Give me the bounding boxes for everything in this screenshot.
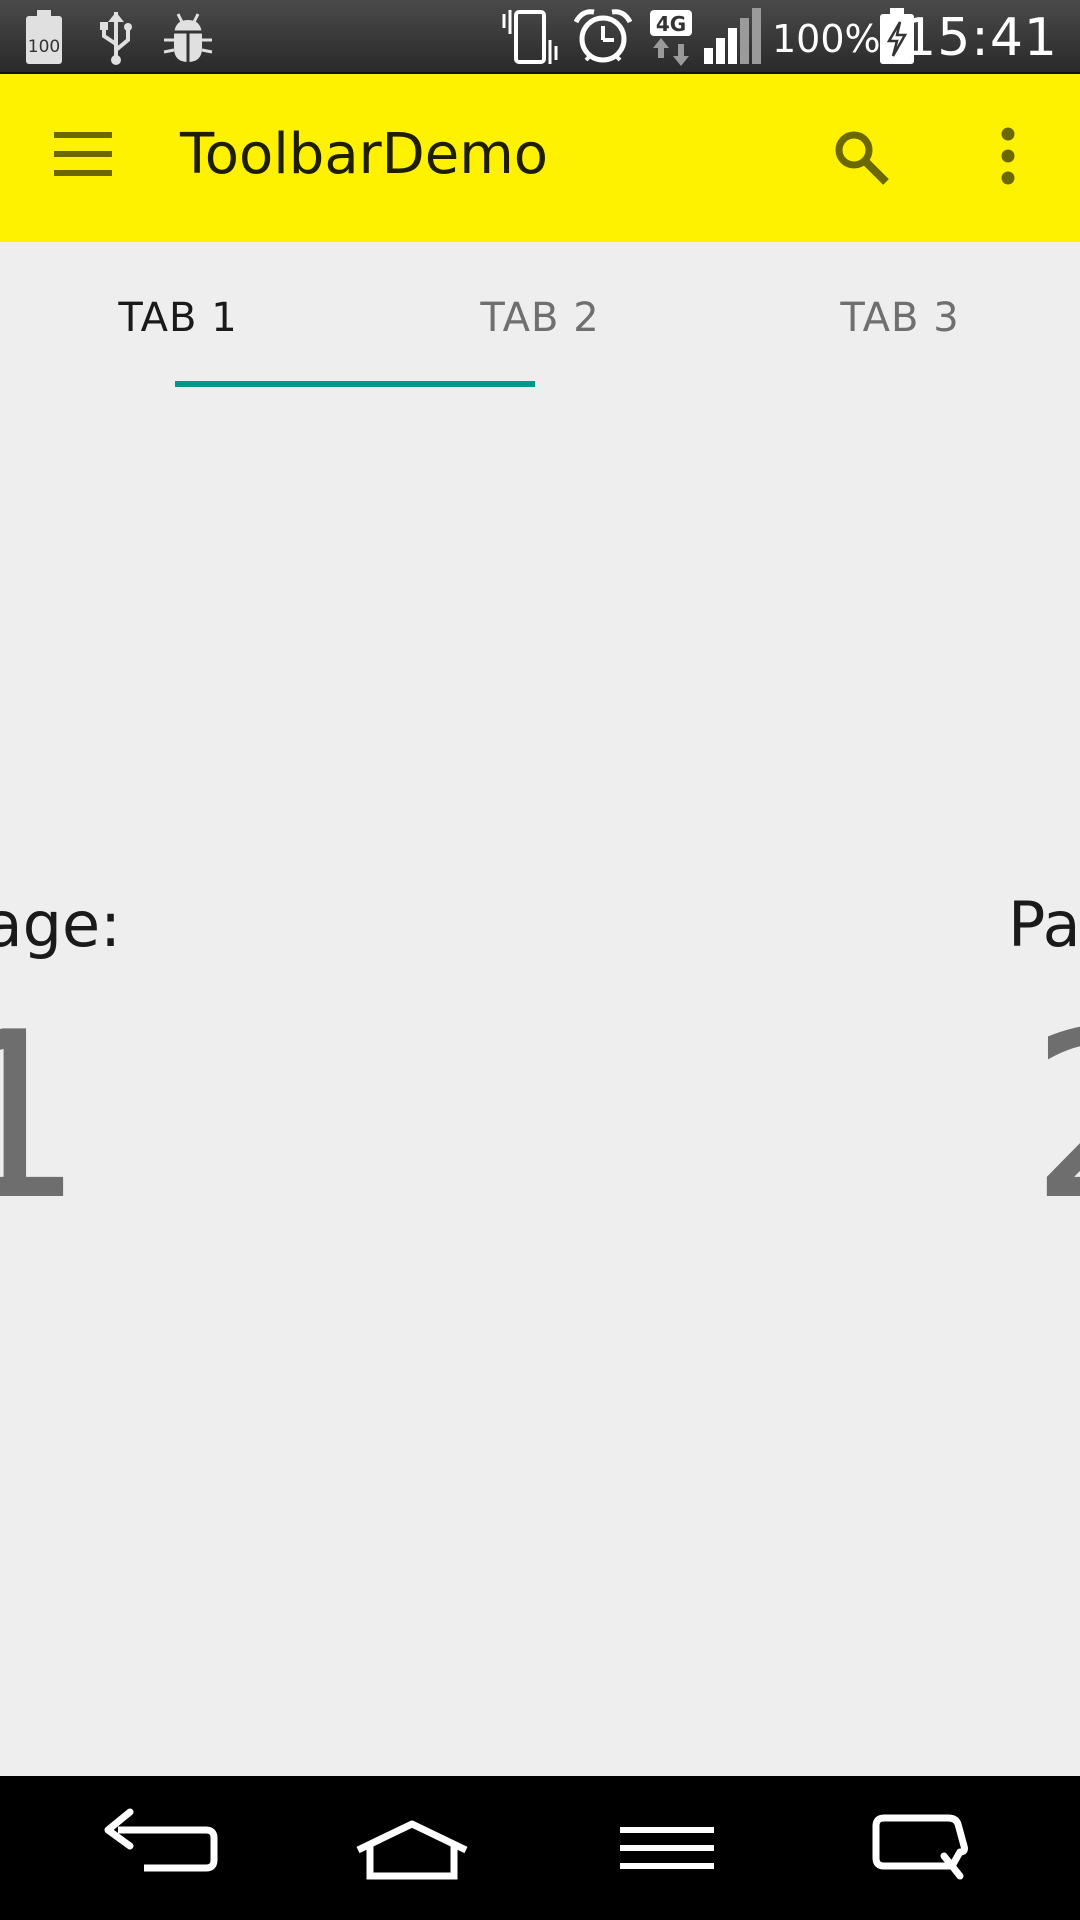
view-pager[interactable]: Page: 1 Page: 2 <box>0 388 1080 1776</box>
tab-bar: TAB 1 TAB 2 TAB 3 <box>0 242 1080 388</box>
tab-1[interactable]: TAB 1 <box>0 294 356 342</box>
debug-icon <box>160 10 216 66</box>
toolbar-title: ToolbarDemo <box>180 122 549 187</box>
signal-icon <box>702 8 762 64</box>
home-icon[interactable] <box>342 1806 482 1890</box>
status-bar: 100 4G 100% 15:41 <box>0 0 1080 74</box>
menu-icon[interactable] <box>54 132 112 176</box>
back-icon[interactable] <box>94 1806 234 1890</box>
toolbar: ToolbarDemo <box>0 74 1080 242</box>
tab-2[interactable]: TAB 2 <box>360 294 720 342</box>
screen: 100 4G 100% 15:41 ToolbarDemo TAB 1 TAB … <box>0 0 1080 1920</box>
vibrate-icon <box>498 8 562 66</box>
network-4g-icon: 4G <box>648 8 694 68</box>
tab-3[interactable]: TAB 3 <box>720 294 1080 342</box>
search-icon[interactable] <box>832 128 892 188</box>
navigation-bar <box>0 1776 1080 1920</box>
qslide-icon[interactable] <box>848 1806 988 1890</box>
page-1-number: 1 <box>0 984 85 1251</box>
battery-100-icon: 100 <box>24 10 64 66</box>
usb-icon <box>96 10 136 66</box>
tab-indicator <box>175 381 535 387</box>
clock: 15:41 <box>903 8 1058 68</box>
page-1-label: Page: <box>0 888 121 961</box>
page-2-number: 2 <box>1030 998 1080 1238</box>
page-2-label: Page: <box>1008 888 1080 961</box>
network-type-text: 4G <box>656 12 686 36</box>
more-vert-icon[interactable] <box>990 124 1026 188</box>
alarm-icon <box>574 8 632 66</box>
battery-percent: 100% <box>772 17 881 61</box>
battery-badge-text: 100 <box>28 37 60 57</box>
menu-lines-icon[interactable] <box>596 1806 736 1890</box>
